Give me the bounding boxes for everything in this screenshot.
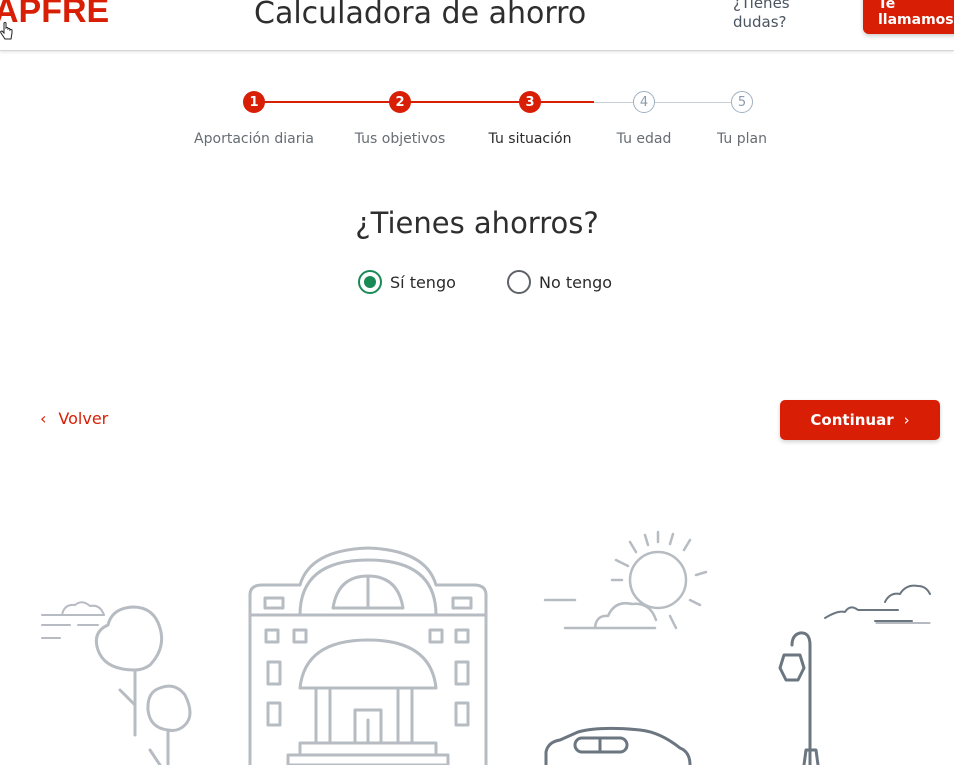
step-4-label: Tu edad — [616, 131, 672, 147]
step-2-label: Tus objetivos — [354, 131, 446, 147]
car-icon — [544, 726, 692, 765]
continue-button[interactable]: Continuar › — [780, 400, 940, 440]
cloud-center-icon — [543, 598, 658, 630]
callback-button[interactable]: Te llamamos — [863, 0, 954, 34]
cloud-right-icon — [824, 584, 931, 624]
step-4-indicator: 4 — [633, 91, 655, 113]
radio-option-no-tengo[interactable]: No tengo — [507, 270, 612, 294]
step-2-indicator: 2 — [389, 91, 411, 113]
brand-logo[interactable]: APFRE — [0, 0, 109, 31]
radio-label[interactable]: Sí tengo — [390, 273, 456, 292]
help-text: ¿Tienes dudas? — [733, 0, 790, 31]
back-link[interactable]: ‹ Volver — [40, 409, 108, 428]
step-5-indicator: 5 — [731, 91, 753, 113]
chevron-right-icon: › — [903, 411, 910, 429]
radio-button[interactable] — [507, 270, 531, 294]
step-3-indicator: 3 — [519, 91, 541, 113]
step-3-label: Tu situación — [488, 131, 572, 147]
page-title: Calculadora de ahorro — [254, 0, 587, 31]
continue-label[interactable]: Continuar — [810, 411, 893, 429]
step-connector — [254, 101, 594, 103]
step-1-indicator: 1 — [243, 91, 265, 113]
chevron-left-icon: ‹ — [40, 409, 47, 428]
step-5-label: Tu plan — [717, 131, 767, 147]
sun-icon — [610, 530, 708, 630]
street-lamp-icon — [778, 631, 820, 765]
radio-label[interactable]: No tengo — [539, 273, 612, 292]
radio-button-selected[interactable] — [358, 270, 382, 294]
radio-selected-dot — [364, 276, 376, 288]
question-title: ¿Tienes ahorros? — [355, 206, 599, 240]
city-illustration — [41, 530, 931, 765]
radio-option-si-tengo[interactable]: Sí tengo — [358, 270, 456, 294]
back-label[interactable]: Volver — [58, 409, 108, 428]
header: APFRE Calculadora de ahorro ¿Tienes duda… — [0, 0, 954, 51]
progress-stepper: 1 2 3 4 5 Aportación diaria Tus objetivo… — [0, 88, 954, 158]
hand-pointer-icon — [0, 22, 13, 40]
step-1-label: Aportación diaria — [194, 131, 314, 147]
step-connector — [594, 102, 742, 103]
tree-icon — [94, 605, 192, 765]
building-icon — [248, 546, 488, 765]
cloud-left-icon — [41, 601, 105, 639]
